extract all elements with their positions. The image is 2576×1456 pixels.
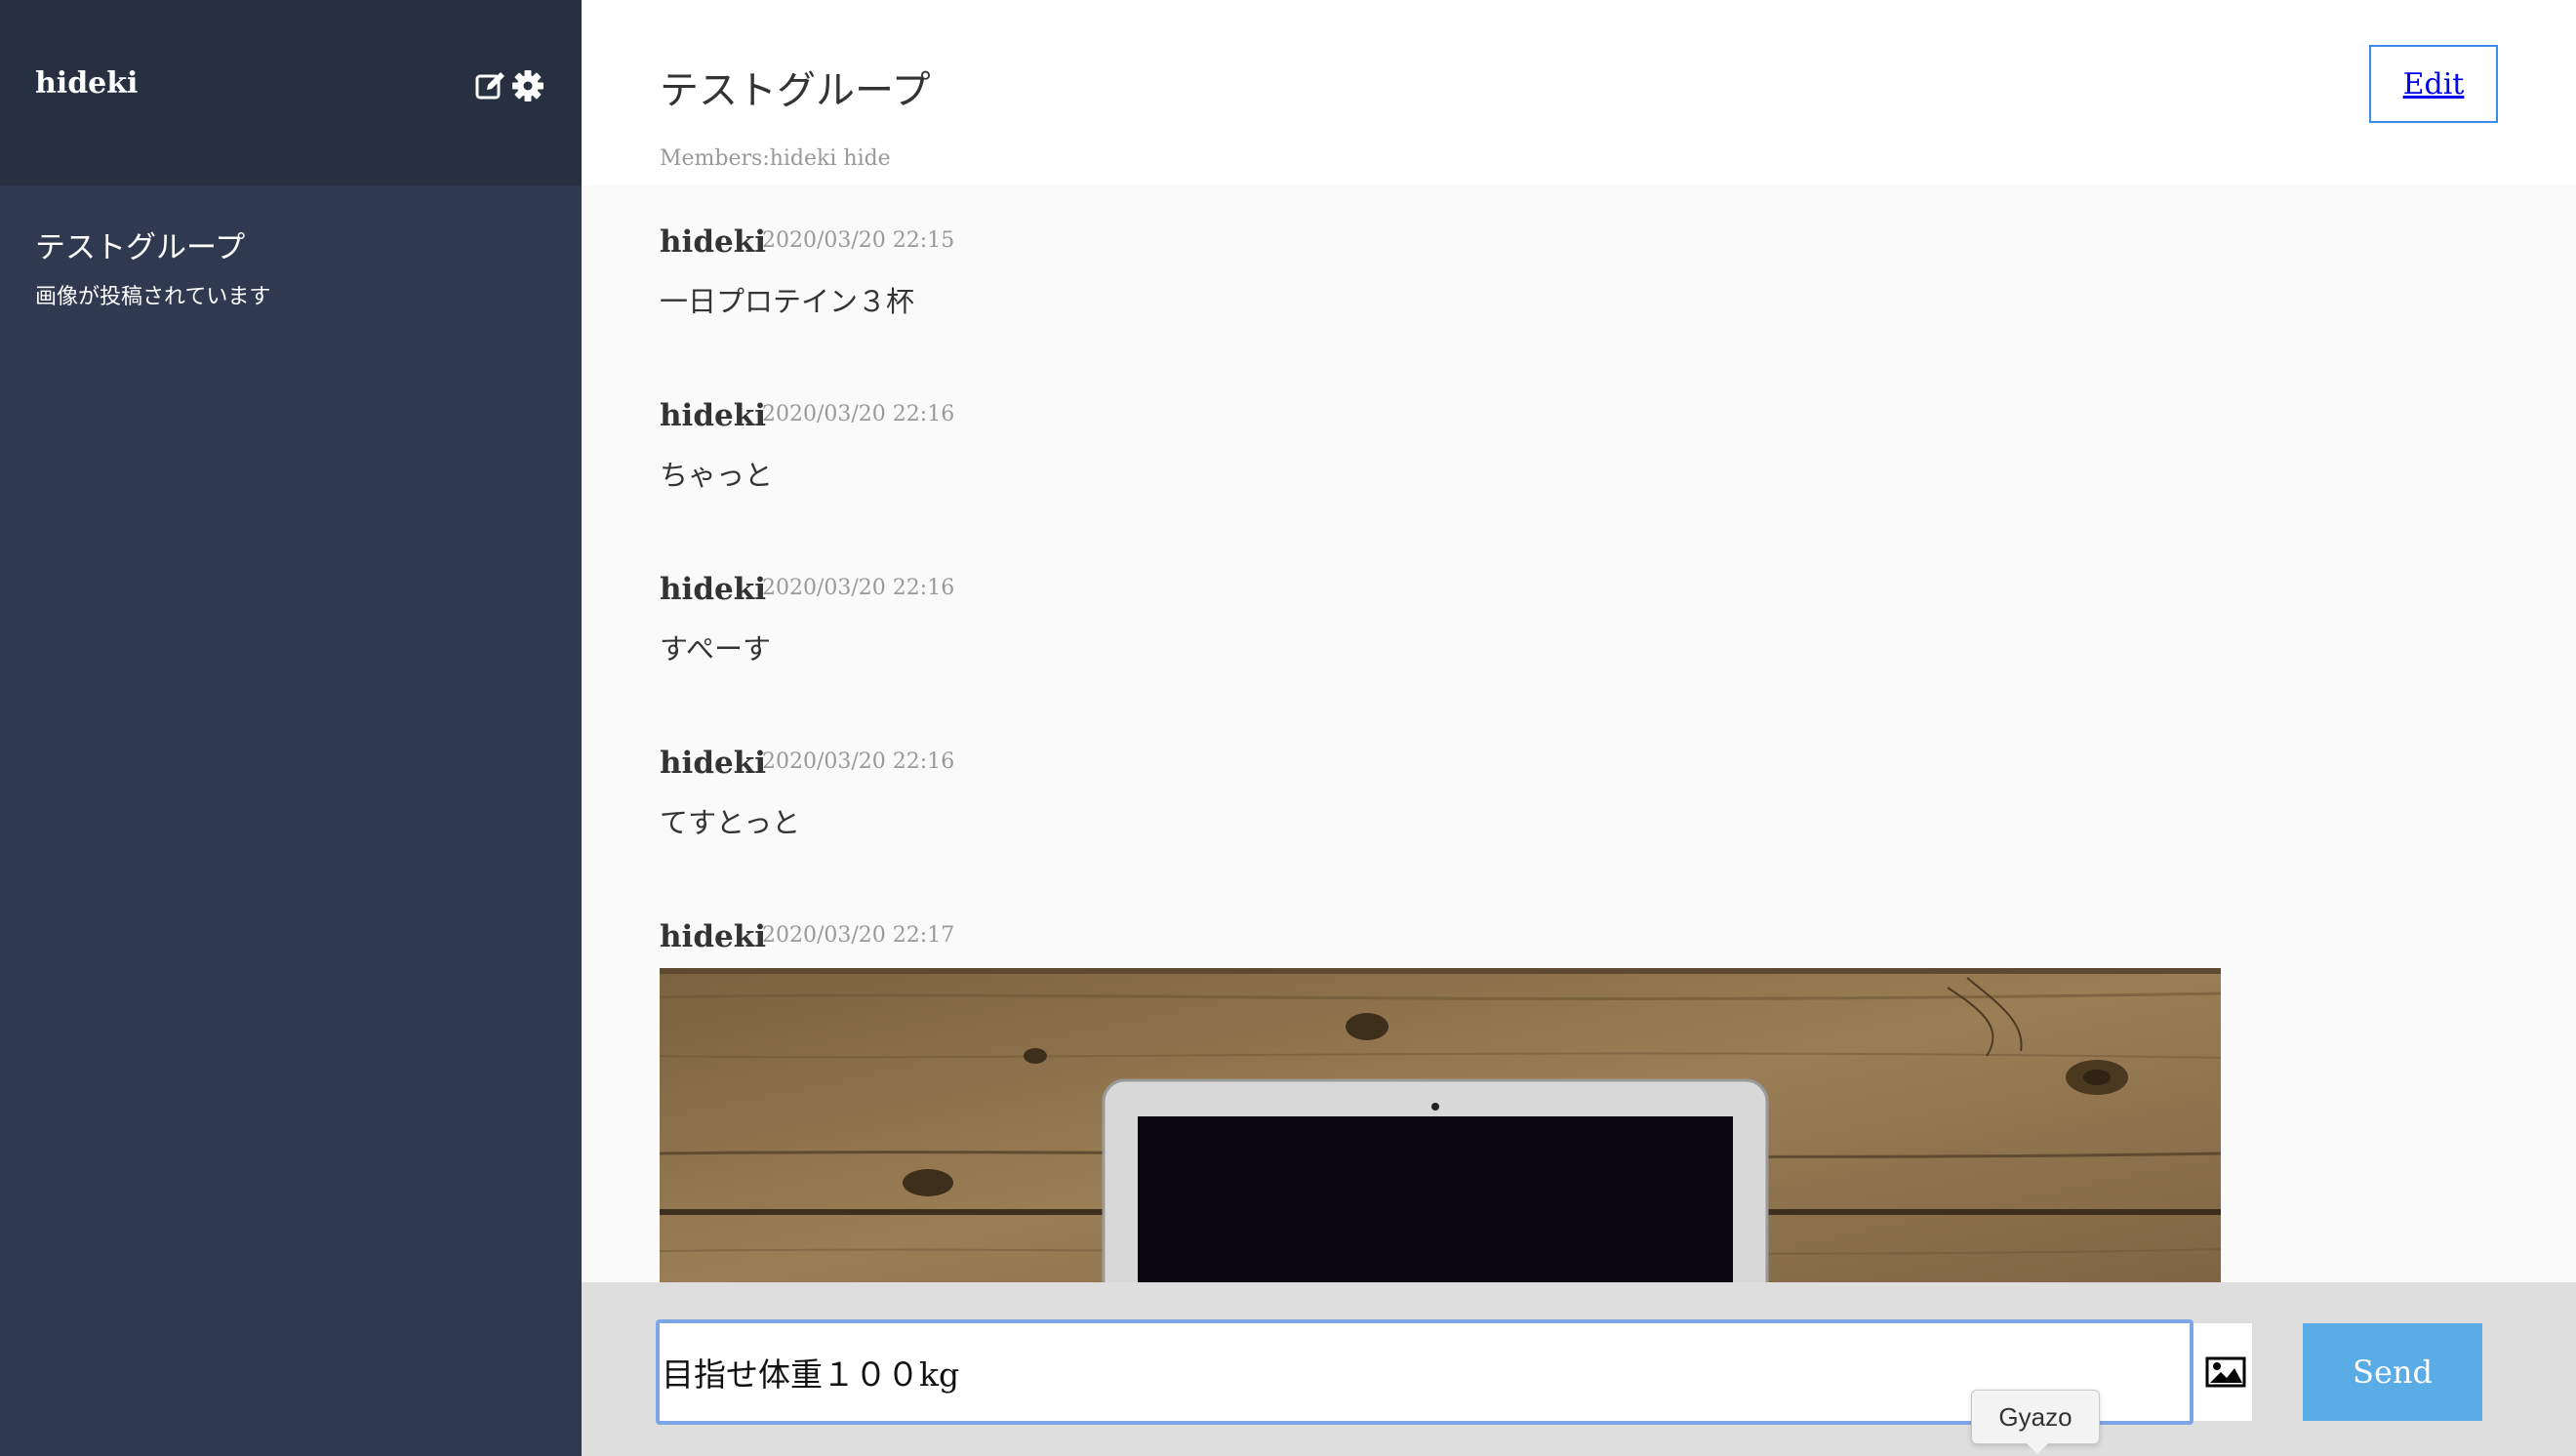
image-upload-button[interactable]: [2194, 1323, 2252, 1421]
send-button[interactable]: Send: [2303, 1323, 2482, 1421]
main-content: テストグループ Members:hideki hide Edit hideki …: [582, 0, 2576, 1456]
message-list: hideki 2020/03/20 22:15 一日プロテイン３杯 hideki…: [582, 185, 2576, 1282]
members-list: Members:hideki hide: [660, 146, 891, 171]
message-text: ちゃっと: [660, 453, 773, 494]
message-user: hideki: [660, 572, 766, 607]
message-date: 2020/03/20 22:15: [762, 228, 954, 253]
message-text: てすとっと: [660, 800, 800, 841]
message-form: Send: [582, 1282, 2576, 1456]
sidebar-group-item[interactable]: テストグループ 画像が投稿されています: [0, 185, 582, 322]
laptop-on-wood-image: [660, 968, 2221, 1282]
edit-group-button[interactable]: Edit: [2369, 45, 2498, 123]
main-header: テストグループ Members:hideki hide Edit: [582, 0, 2576, 185]
gear-icon[interactable]: [511, 69, 544, 102]
message-date: 2020/03/20 22:16: [762, 749, 954, 774]
tooltip-arrow: [2026, 1442, 2049, 1454]
message-date: 2020/03/20 22:16: [762, 576, 954, 600]
message-date: 2020/03/20 22:17: [762, 923, 954, 948]
message-user: hideki: [660, 224, 766, 260]
gyazo-tooltip: Gyazo: [1971, 1390, 2100, 1444]
group-last-message: 画像が投稿されています: [35, 279, 270, 310]
current-user-name: hideki: [35, 66, 138, 101]
sidebar: hideki テストグループ 画像が投稿されています: [0, 0, 582, 1456]
group-name: テストグループ: [35, 222, 245, 266]
message-date: 2020/03/20 22:16: [762, 402, 954, 426]
message-user: hideki: [660, 746, 766, 781]
message-image: [660, 968, 2221, 1282]
message-text: 一日プロテイン３杯: [660, 279, 914, 320]
message-text: すぺーす: [660, 627, 771, 667]
sidebar-header: hideki: [0, 0, 582, 185]
image-icon: [2205, 1356, 2246, 1388]
page-title: テストグループ: [660, 59, 931, 115]
message-user: hideki: [660, 919, 766, 954]
message-user: hideki: [660, 398, 766, 433]
message-input[interactable]: [656, 1319, 2194, 1425]
edit-icon[interactable]: [474, 69, 507, 102]
